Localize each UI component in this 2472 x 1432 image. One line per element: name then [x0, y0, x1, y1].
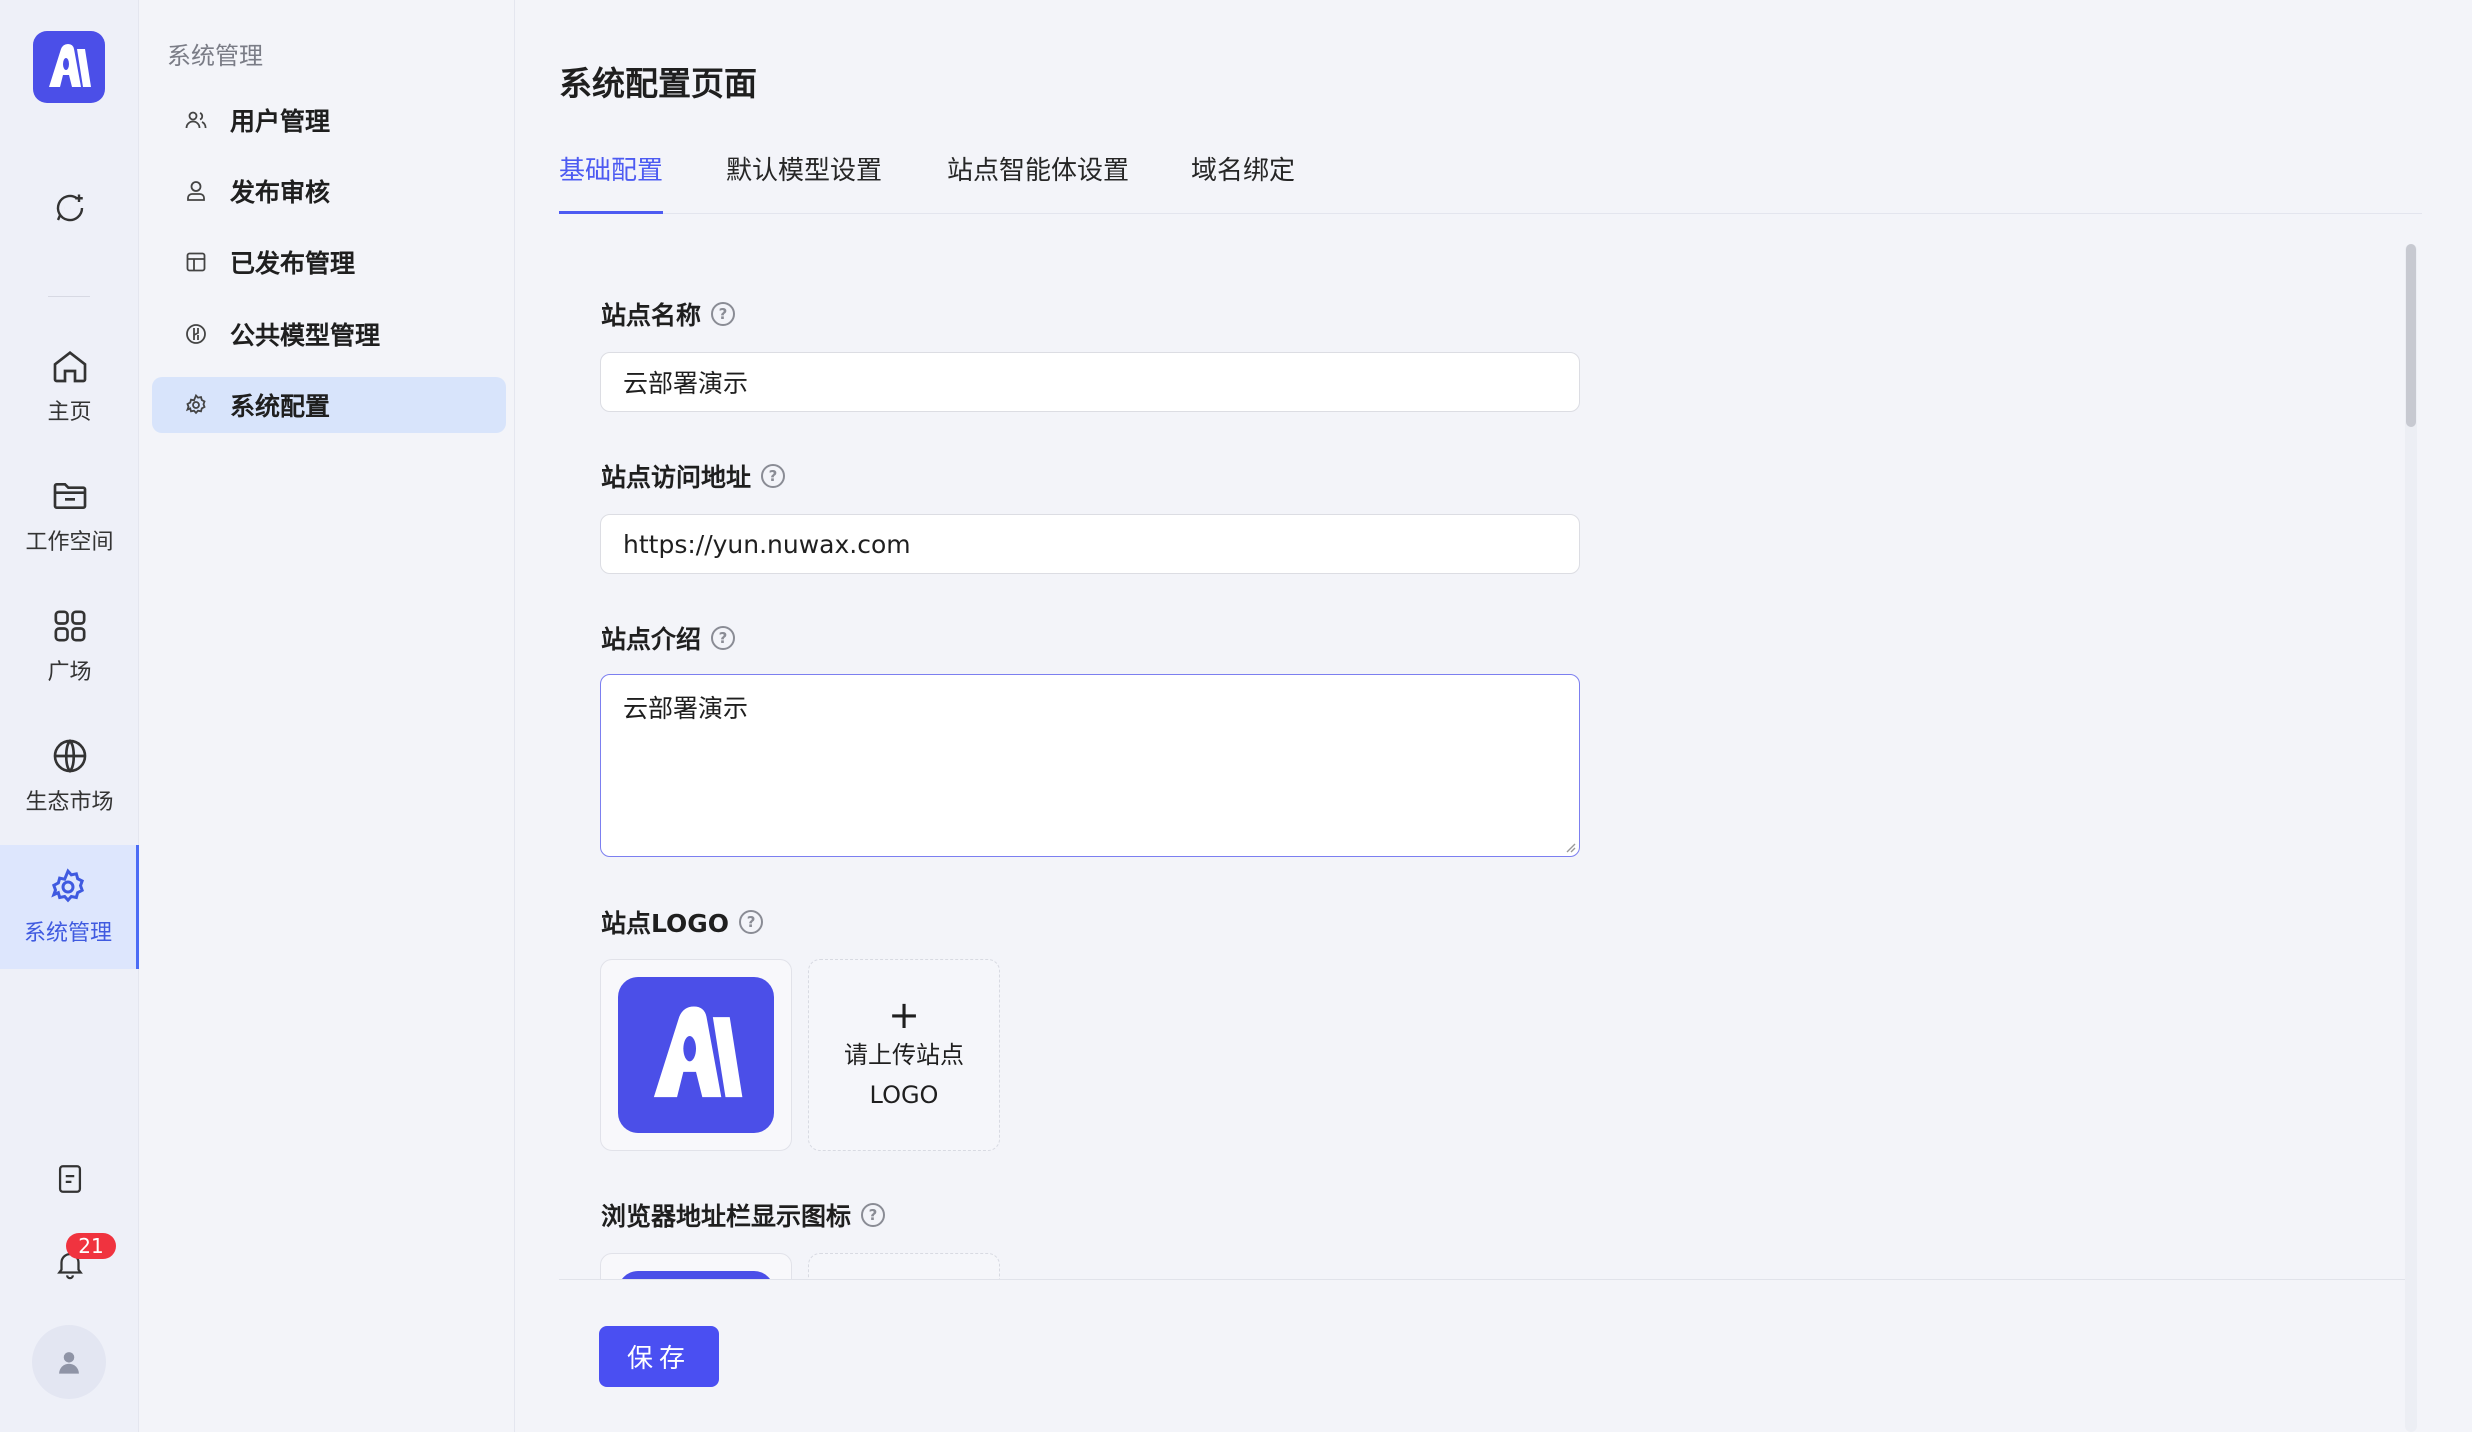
sidebar-item-users[interactable]: 用户管理 — [152, 92, 506, 148]
site-logo-preview[interactable] — [600, 959, 792, 1151]
help-icon[interactable]: ? — [711, 626, 736, 650]
help-icon[interactable]: ? — [761, 464, 786, 488]
site-intro-label: 站点介绍 ? — [601, 620, 736, 656]
new-chat-button[interactable] — [0, 190, 139, 226]
resize-handle-icon[interactable] — [1564, 841, 1576, 853]
sidebar-section-title: 系统管理 — [167, 42, 263, 70]
grid-icon — [54, 610, 86, 642]
users-icon — [184, 108, 208, 132]
site-url-input[interactable]: https://yun.nuwax.com — [600, 514, 1580, 574]
rail-item-label: 系统管理 — [23, 921, 112, 946]
scrollbar-thumb[interactable] — [2406, 244, 2416, 427]
site-name-label-text: 站点名称 — [601, 301, 702, 330]
rail-item-home[interactable]: 主页 — [0, 346, 139, 426]
document-icon — [58, 1165, 81, 1193]
folder-icon — [53, 483, 86, 509]
favicon-label: 浏览器地址栏显示图标 ? — [601, 1197, 886, 1233]
site-logo-upload-button[interactable]: + 请上传站点LOGO — [808, 959, 1000, 1151]
rail-item-label: 主页 — [47, 400, 92, 425]
favicon-image — [618, 1271, 774, 1279]
docs-button[interactable] — [0, 1162, 139, 1196]
user-icon — [59, 1352, 79, 1374]
help-icon[interactable]: ? — [861, 1203, 886, 1227]
model-icon — [184, 322, 208, 346]
sidebar-item-public-models[interactable]: 公共模型管理 — [152, 306, 506, 362]
site-url-label-text: 站点访问地址 — [601, 463, 752, 492]
help-icon[interactable]: ? — [711, 302, 736, 326]
globe-icon — [53, 739, 86, 773]
rail-item-workspace[interactable]: 工作空间 — [0, 476, 139, 556]
sidebar-item-system-config[interactable]: 系统配置 — [152, 377, 506, 433]
site-url-label: 站点访问地址 ? — [601, 458, 786, 494]
form-scroll-area: 站点名称 ? 云部署演示 站点访问地址 ? https://yun.nuwax.… — [559, 246, 2406, 1280]
home-icon — [53, 350, 86, 383]
rail-item-market[interactable]: 生态市场 — [0, 736, 139, 816]
site-intro-text: 云部署演示 — [623, 694, 749, 723]
site-logo-label: 站点LOGO ? — [601, 904, 764, 940]
sidebar-item-label: 发布审核 — [230, 178, 331, 207]
tab-default-model[interactable]: 默认模型设置 — [726, 150, 882, 214]
rail-item-label: 广场 — [47, 660, 92, 685]
sidebar-item-label: 公共模型管理 — [230, 321, 381, 350]
rail-item-system[interactable]: 系统管理 — [0, 845, 139, 969]
favicon-label-text: 浏览器地址栏显示图标 — [601, 1202, 852, 1231]
sidebar-item-published[interactable]: 已发布管理 — [152, 234, 506, 290]
site-intro-label-text: 站点介绍 — [601, 625, 702, 654]
site-name-label: 站点名称 ? — [601, 296, 736, 332]
favicon-upload-button[interactable]: + — [808, 1253, 1000, 1279]
rail-divider — [48, 296, 90, 297]
notification-badge: 21 — [66, 1233, 116, 1259]
main-content: 系统配置页面 基础配置 默认模型设置 站点智能体设置 域名绑定 站点名称 ? 云… — [515, 0, 2472, 1432]
site-name-input[interactable]: 云部署演示 — [600, 352, 1580, 412]
vertical-scrollbar[interactable] — [2405, 244, 2417, 1432]
sidebar-item-label: 用户管理 — [230, 107, 331, 136]
ai-logo-icon — [653, 1006, 743, 1098]
sidebar-item-review[interactable]: 发布审核 — [152, 163, 506, 219]
site-intro-textarea[interactable]: 云部署演示 — [600, 674, 1580, 857]
avatar[interactable] — [32, 1325, 106, 1399]
rail-item-label: 工作空间 — [25, 530, 114, 555]
tab-site-agent[interactable]: 站点智能体设置 — [947, 150, 1129, 214]
app-logo[interactable] — [33, 31, 105, 103]
tab-domain-binding[interactable]: 域名绑定 — [1191, 150, 1295, 214]
config-tabs: 基础配置 默认模型设置 站点智能体设置 域名绑定 — [559, 150, 2422, 214]
gear-icon — [51, 868, 85, 903]
rail-item-label: 生态市场 — [25, 790, 114, 815]
ai-logo-icon — [49, 44, 91, 87]
page-title: 系统配置页面 — [559, 64, 757, 103]
upload-hint: 请上传站点LOGO — [844, 1041, 964, 1109]
rail-item-square[interactable]: 广场 — [0, 606, 139, 686]
gear-icon — [184, 393, 208, 417]
plus-icon: + — [888, 993, 920, 1037]
system-sidebar: 系统管理 用户管理 发布审核 已发布管理 公共模型管理 系统配置 — [139, 0, 515, 1432]
tab-basic-config[interactable]: 基础配置 — [559, 150, 664, 214]
app-rail: 主页 工作空间 广场 生态市场 系统管理 21 — [0, 0, 139, 1432]
chat-add-icon — [56, 194, 83, 222]
site-logo-image — [618, 977, 774, 1133]
sidebar-item-label: 系统配置 — [230, 392, 331, 421]
sidebar-item-label: 已发布管理 — [230, 249, 356, 278]
layout-icon — [184, 250, 208, 274]
user-review-icon — [184, 179, 208, 203]
help-icon[interactable]: ? — [739, 910, 764, 934]
favicon-preview[interactable] — [600, 1253, 792, 1279]
save-button[interactable]: 保存 — [599, 1326, 719, 1387]
site-logo-label-text: 站点LOGO — [601, 909, 730, 938]
